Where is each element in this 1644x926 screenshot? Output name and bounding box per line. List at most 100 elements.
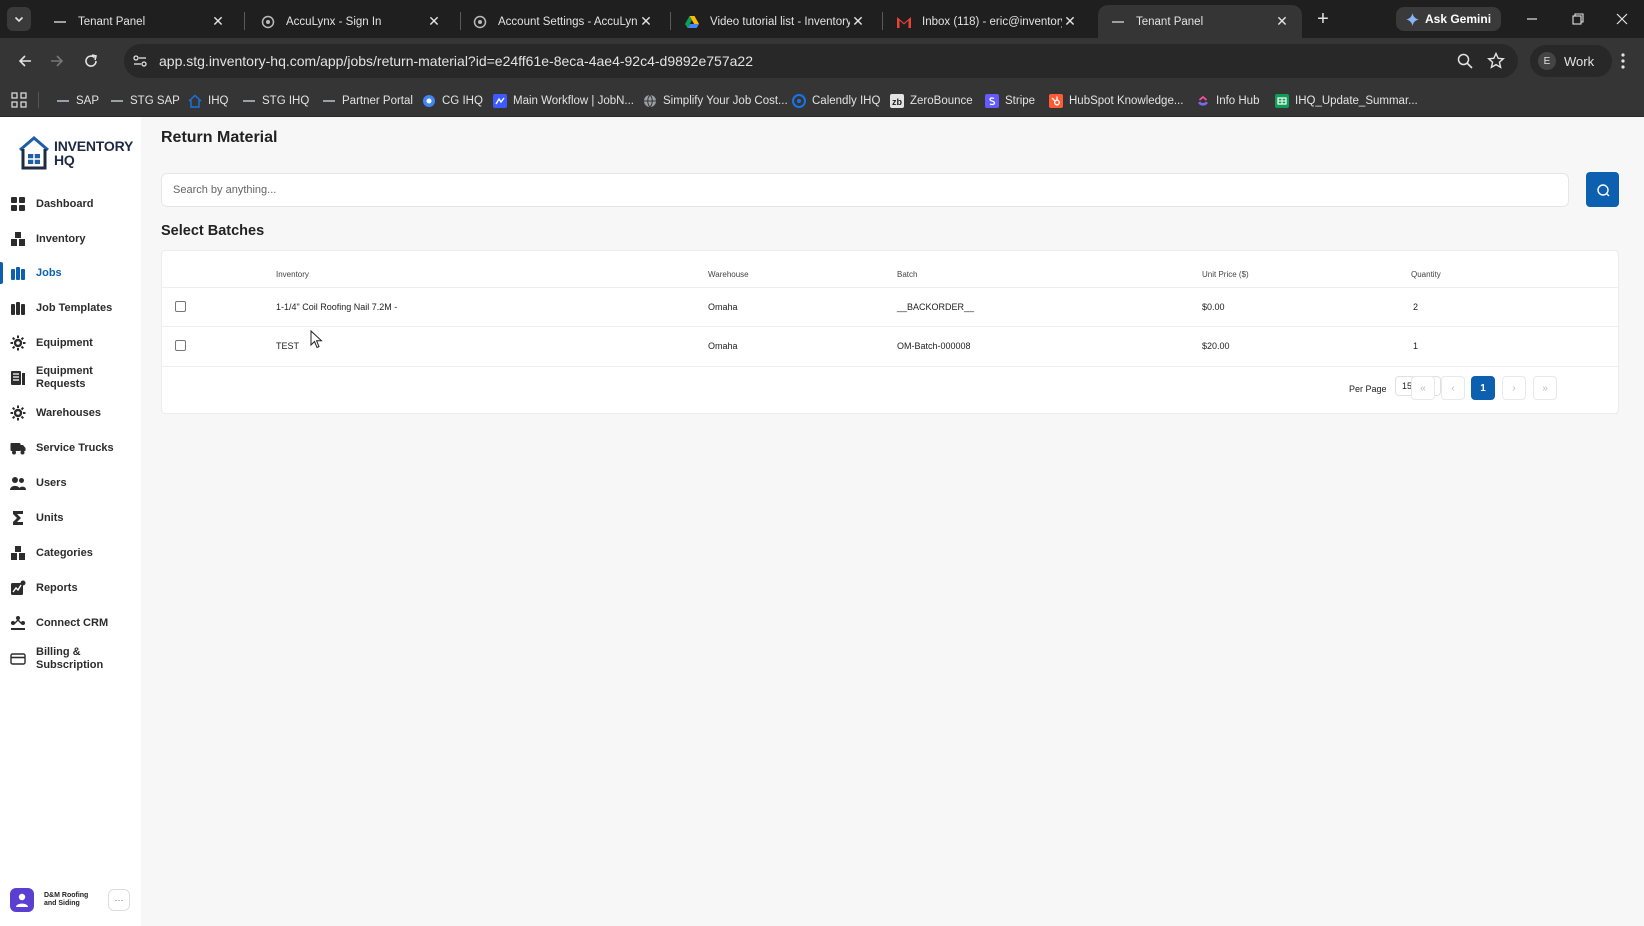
browser-tab[interactable]: Video tutorial list - InventoryH ✕ [672,5,878,38]
browser-tab-active[interactable]: Tenant Panel ✕ [1098,5,1302,38]
bookmark-item[interactable]: IHQ_Update_Summar... [1275,90,1418,112]
close-icon[interactable]: ✕ [1062,13,1078,30]
bookmark-item[interactable]: Partner Portal [322,90,413,112]
bookmark-item[interactable]: IHQ [188,90,228,112]
browser-menu-button[interactable] [1612,50,1634,72]
search-button[interactable] [1586,172,1619,207]
reports-icon [11,580,26,595]
reload-button[interactable] [78,48,104,74]
close-window-button[interactable] [1604,6,1640,32]
bookmark-item[interactable]: Calendly IHQ [792,90,880,112]
next-page-button[interactable]: › [1502,376,1526,400]
bookmark-item[interactable]: STG IHQ [242,90,309,112]
minimize-button[interactable] [1514,6,1550,32]
row-checkbox[interactable] [175,301,186,312]
more-horiz-icon: ··· [114,895,124,905]
inventory-hq-logo[interactable]: INVENTORY HQ [18,134,136,172]
column-header-unit-price[interactable]: Unit Price ($) [1202,270,1249,279]
bookmark-item[interactable]: Simplify Your Job Cost... [643,90,788,112]
sidebar-item-reports[interactable]: Reports [0,573,141,603]
zoom-icon[interactable] [1456,52,1474,70]
sidebar-item-users[interactable]: Users [0,468,141,498]
close-icon[interactable]: ✕ [850,13,866,30]
restore-button[interactable] [1560,6,1596,32]
job-templates-icon [11,302,25,315]
bookmark-star-icon[interactable] [1487,52,1505,70]
minimize-icon [1527,18,1537,20]
site-info-icon[interactable] [131,52,149,70]
logo-line-1: INVENTORY [54,138,134,154]
sidebar-item-inventory[interactable]: Inventory [0,224,141,254]
close-icon[interactable]: ✕ [638,13,654,30]
jobnimbus-icon [493,94,507,108]
back-button[interactable] [12,48,38,74]
sidebar-item-billing[interactable]: Billing & Subscription [0,644,141,674]
cell-inventory: TEST [276,341,300,351]
sidebar-item-jobs[interactable]: Jobs [0,258,141,288]
sidebar-item-units[interactable]: Units [0,503,141,533]
browser-tabstrip: Tenant Panel ✕ AccuLynx - Sign In ✕ Acco… [0,0,1644,38]
batches-table-card: Inventory Warehouse Batch Unit Price ($)… [161,250,1619,414]
sidebar-item-label: Users [36,476,67,489]
tab-search-button[interactable] [7,7,31,31]
sidebar-item-job-templates[interactable]: Job Templates [0,293,141,323]
bookmark-label: HubSpot Knowledge... [1069,95,1184,107]
sidebar-item-warehouses[interactable]: Warehouses [0,398,141,428]
row-checkbox[interactable] [175,340,186,351]
apps-grid-icon[interactable] [11,92,27,108]
forward-button[interactable] [44,48,70,74]
last-page-button[interactable]: » [1533,376,1557,400]
sidebar-item-connect-crm[interactable]: Connect CRM [0,608,141,638]
close-icon[interactable]: ✕ [210,13,226,30]
first-page-button[interactable]: « [1411,376,1435,400]
bookmark-item[interactable]: Main Workflow | JobN... [493,90,634,112]
column-header-batch[interactable]: Batch [897,270,917,279]
sidebar-item-truck[interactable]: Service Trucks [0,433,141,463]
bookmark-item[interactable]: Stripe [985,90,1035,112]
google-drive-favicon-icon [684,14,700,30]
bookmark-item[interactable]: HubSpot Knowledge... [1049,90,1183,112]
sidebar-item-label: Units [36,511,64,524]
mouse-cursor-icon [310,330,323,349]
tab-separator [670,12,671,30]
profile-button[interactable]: E Work [1530,45,1612,77]
bookmark-item[interactable]: CG IHQ [422,90,483,112]
page-button-current[interactable]: 1 [1471,376,1495,400]
sidebar-item-categories[interactable]: Categories [0,538,141,568]
svg-text:zb: zb [892,97,903,107]
tab-title: Inbox (118) - eric@inventory-h [922,15,1062,28]
column-header-warehouse[interactable]: Warehouse [708,270,749,279]
prev-page-button[interactable]: ‹ [1441,376,1465,400]
bookmark-item[interactable]: Info Hub [1196,90,1259,112]
main-content: Return Material Select Batches Inventory… [141,117,1644,926]
user-account[interactable]: D&M Roofing and Siding ··· [10,886,132,914]
bookmark-label: CG IHQ [442,95,483,107]
browser-tab[interactable]: AccuLynx - Sign In ✕ [248,5,454,38]
bookmark-item[interactable]: SAP [56,90,99,112]
clickup-icon [1196,94,1210,108]
sidebar-item-dashboard[interactable]: Dashboard [0,189,141,219]
browser-tab[interactable]: Tenant Panel ✕ [40,5,238,38]
table-row[interactable]: TEST Omaha OM-Batch-000008 $20.00 1 [162,326,1618,365]
address-bar[interactable]: app.stg.inventory-hq.com/app/jobs/return… [124,44,1518,78]
browser-tab[interactable]: Inbox (118) - eric@inventory-h ✕ [884,5,1090,38]
tab-separator [882,12,883,30]
user-menu-button[interactable]: ··· [108,889,130,911]
close-icon[interactable]: ✕ [426,13,442,30]
column-header-inventory[interactable]: Inventory [276,270,309,279]
sidebar-item-equipment[interactable]: Equipment [0,328,141,358]
close-icon[interactable]: ✕ [1274,13,1290,30]
bookmark-item[interactable]: STG SAP [110,90,180,112]
sidebar-item-equipment-requests[interactable]: Equipment Requests [0,363,141,393]
browser-tab[interactable]: Account Settings - AccuLynx ✕ [460,5,666,38]
warehouse-logo-icon [19,136,49,170]
table-row[interactable]: 1-1/4" Coil Roofing Nail 7.2M - Omaha __… [162,287,1618,326]
cell-warehouse: Omaha [708,302,738,312]
bookmark-label: Partner Portal [342,95,413,107]
column-header-quantity[interactable]: Quantity [1411,270,1441,279]
connect-crm-icon [11,616,25,630]
ask-gemini-button[interactable]: Ask Gemini [1396,7,1502,31]
bookmark-item[interactable]: zb ZeroBounce [890,90,973,112]
new-tab-button[interactable]: + [1312,9,1334,31]
search-input[interactable] [161,173,1569,207]
